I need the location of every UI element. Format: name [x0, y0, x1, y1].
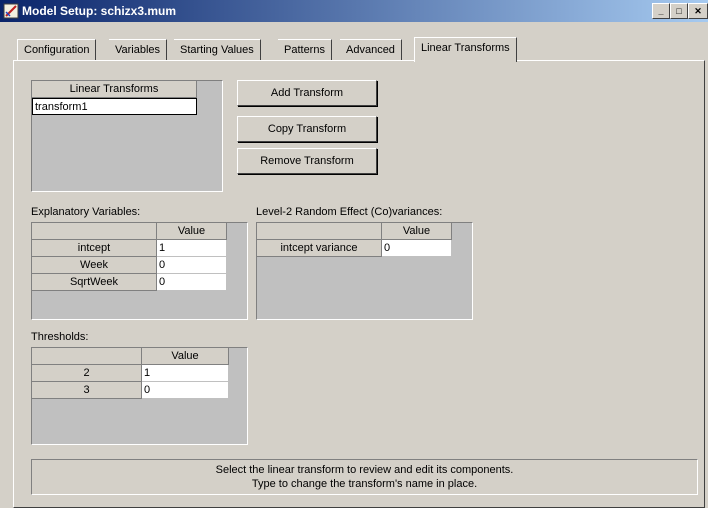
model-setup-window: Model Setup: schizx3.mum _ □ ✕ Configura…	[0, 0, 708, 508]
tab-linear-transforms[interactable]: Linear Transforms	[414, 37, 517, 62]
value-column-header: Value	[157, 223, 227, 240]
row-header: 3	[32, 382, 142, 399]
tab-label: Starting Values	[180, 44, 254, 56]
grid-corner	[257, 223, 382, 240]
row-header: Week	[32, 257, 157, 274]
remove-transform-button[interactable]: Remove Transform	[237, 148, 377, 174]
help-text-box: Select the linear transform to review an…	[31, 459, 698, 495]
row-header: 2	[32, 365, 142, 382]
title-bar[interactable]: Model Setup: schizx3.mum _ □ ✕	[0, 0, 708, 22]
row-header: intcept	[32, 240, 157, 257]
help-text-line: Type to change the transform's name in p…	[251, 478, 478, 490]
tab-starting-values[interactable]: Starting Values	[174, 39, 261, 61]
tab-label: Variables	[115, 44, 161, 56]
transforms-list[interactable]: Linear Transforms transform1	[31, 80, 223, 192]
grid-corner	[32, 223, 157, 240]
thresholds-label: Thresholds:	[31, 331, 89, 343]
close-icon: ✕	[694, 6, 702, 16]
model-setup-icon	[3, 3, 19, 19]
value-cell[interactable]: 1	[157, 240, 227, 257]
maximize-button[interactable]: □	[670, 3, 688, 19]
random-effects-label: Level-2 Random Effect (Co)variances:	[256, 206, 443, 218]
value-column-header: Value	[142, 348, 229, 365]
value-cell[interactable]: 0	[382, 240, 452, 257]
grid-corner	[32, 348, 142, 365]
tab-advanced[interactable]: Advanced	[340, 39, 402, 61]
tab-label: Configuration	[24, 44, 90, 56]
value-cell[interactable]: 0	[157, 257, 227, 274]
close-button[interactable]: ✕	[688, 3, 708, 19]
tab-label: Patterns	[284, 44, 325, 56]
maximize-icon: □	[676, 6, 682, 16]
row-header: SqrtWeek	[32, 274, 157, 291]
help-text-line: Select the linear transform to review an…	[215, 464, 514, 476]
value-cell[interactable]: 1	[142, 365, 229, 382]
transforms-header: Linear Transforms	[32, 81, 197, 98]
copy-transform-label: Copy Transform	[267, 123, 347, 135]
value-cell[interactable]: 0	[142, 382, 229, 399]
transform-item[interactable]: transform1	[32, 98, 197, 115]
copy-transform-button[interactable]: Copy Transform	[237, 116, 377, 142]
explanatory-label: Explanatory Variables:	[31, 206, 141, 218]
tab-label: Advanced	[346, 44, 395, 56]
tab-configuration[interactable]: Configuration	[17, 39, 97, 61]
tab-label: Linear Transforms	[421, 42, 510, 54]
thresholds-grid: Value 2 1 3 0	[31, 347, 248, 445]
minimize-icon: _	[658, 6, 664, 16]
value-cell[interactable]: 0	[157, 274, 227, 291]
tab-patterns[interactable]: Patterns	[278, 39, 332, 61]
tab-variables[interactable]: Variables	[109, 39, 168, 61]
add-transform-button[interactable]: Add Transform	[237, 80, 377, 106]
row-header: intcept variance	[257, 240, 382, 257]
remove-transform-label: Remove Transform	[260, 155, 354, 167]
window-title: Model Setup: schizx3.mum	[22, 4, 177, 18]
random-effects-grid: Value intcept variance 0	[256, 222, 473, 320]
minimize-button[interactable]: _	[652, 3, 670, 19]
explanatory-grid: Value intcept 1 Week 0 SqrtWeek 0	[31, 222, 248, 320]
value-column-header: Value	[382, 223, 452, 240]
